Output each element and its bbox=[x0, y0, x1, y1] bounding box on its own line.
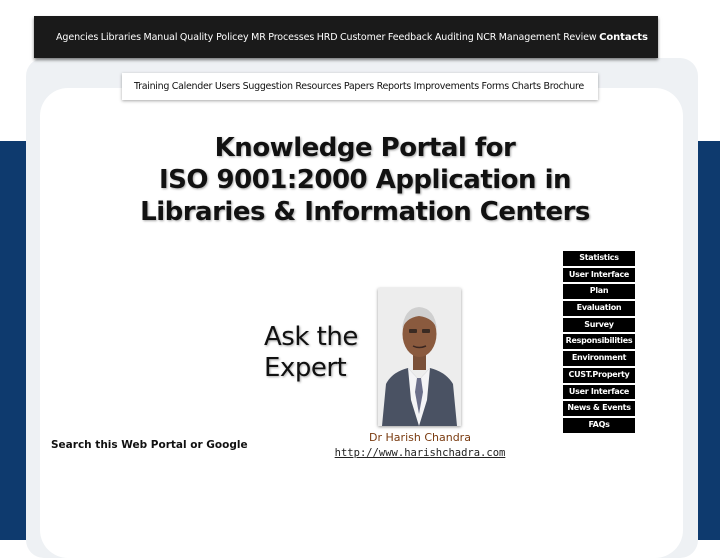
side-menu-plan[interactable]: Plan bbox=[563, 284, 635, 300]
nav-ncr[interactable]: NCR bbox=[476, 32, 496, 43]
nav-mr[interactable]: MR bbox=[251, 32, 266, 43]
side-menu-user-interface-2[interactable]: User Interface bbox=[563, 384, 635, 400]
nav-libraries[interactable]: Libraries bbox=[101, 32, 141, 43]
nav-auditing[interactable]: Auditing bbox=[435, 32, 474, 43]
subnav-charts[interactable]: Charts bbox=[512, 81, 542, 92]
subnav-resources[interactable]: Resources bbox=[295, 81, 341, 92]
nav-quality-policy[interactable]: Quality Policey bbox=[180, 32, 249, 43]
nav-customer[interactable]: Customer bbox=[340, 32, 385, 43]
nav-manual[interactable]: Manual bbox=[143, 32, 177, 43]
side-menu-survey[interactable]: Survey bbox=[563, 317, 635, 333]
expert-photo[interactable] bbox=[378, 288, 461, 426]
title-line-3: Libraries & Information Centers bbox=[140, 197, 590, 227]
side-menu-responsibilities[interactable]: Responsibilities bbox=[563, 334, 635, 350]
ask-line-2: Expert bbox=[264, 353, 347, 383]
ask-the-expert-heading: Ask the Expert bbox=[264, 322, 358, 384]
side-menu-news-events[interactable]: News & Events bbox=[563, 401, 635, 416]
side-menu-user-interface[interactable]: User Interface bbox=[563, 267, 635, 283]
ask-line-1: Ask the bbox=[264, 322, 358, 352]
subnav-forms[interactable]: Forms bbox=[482, 81, 510, 92]
nav-feedback[interactable]: Feedback bbox=[388, 32, 433, 43]
side-menu: Statistics User Interface Plan Evaluatio… bbox=[563, 251, 635, 435]
nav-hrd[interactable]: HRD bbox=[317, 32, 338, 43]
page-title: Knowledge Portal for ISO 9001:2000 Appli… bbox=[120, 132, 610, 228]
portrait-image bbox=[378, 288, 461, 426]
subnav-reports[interactable]: Reports bbox=[377, 81, 412, 92]
nav-agencies[interactable]: Agencies bbox=[56, 32, 98, 43]
search-portal-label: Search this Web Portal or Google bbox=[51, 439, 248, 451]
side-menu-statistics[interactable]: Statistics bbox=[563, 251, 635, 266]
subnav-improvements[interactable]: Improvements bbox=[414, 81, 480, 92]
nav-processes[interactable]: Processes bbox=[268, 32, 314, 43]
side-menu-environment[interactable]: Environment bbox=[563, 351, 635, 366]
side-menu-evaluation[interactable]: Evaluation bbox=[563, 301, 635, 316]
subnav-brochure[interactable]: Brochure bbox=[544, 81, 585, 92]
side-menu-cust-property[interactable]: CUST.Property bbox=[563, 367, 635, 383]
expert-website-link[interactable]: http://www.harishchadra.com bbox=[330, 447, 510, 459]
title-line-2: ISO 9001:2000 Application in bbox=[158, 165, 572, 195]
top-navigation-bar: Agencies Libraries Manual Quality Police… bbox=[34, 16, 658, 58]
nav-contacts[interactable]: Contacts bbox=[599, 32, 648, 43]
secondary-navigation-bar: Training Calender Users Suggestion Resou… bbox=[122, 73, 598, 100]
nav-management-review[interactable]: Management Review bbox=[499, 32, 597, 43]
subnav-training-calendar[interactable]: Training Calender bbox=[134, 81, 212, 92]
side-menu-faqs[interactable]: FAQs bbox=[563, 417, 635, 433]
subnav-papers[interactable]: Papers bbox=[344, 81, 374, 92]
title-line-1: Knowledge Portal for bbox=[214, 133, 516, 163]
expert-name: Dr Harish Chandra bbox=[369, 431, 471, 444]
subnav-users-suggestion[interactable]: Users Suggestion bbox=[215, 81, 293, 92]
